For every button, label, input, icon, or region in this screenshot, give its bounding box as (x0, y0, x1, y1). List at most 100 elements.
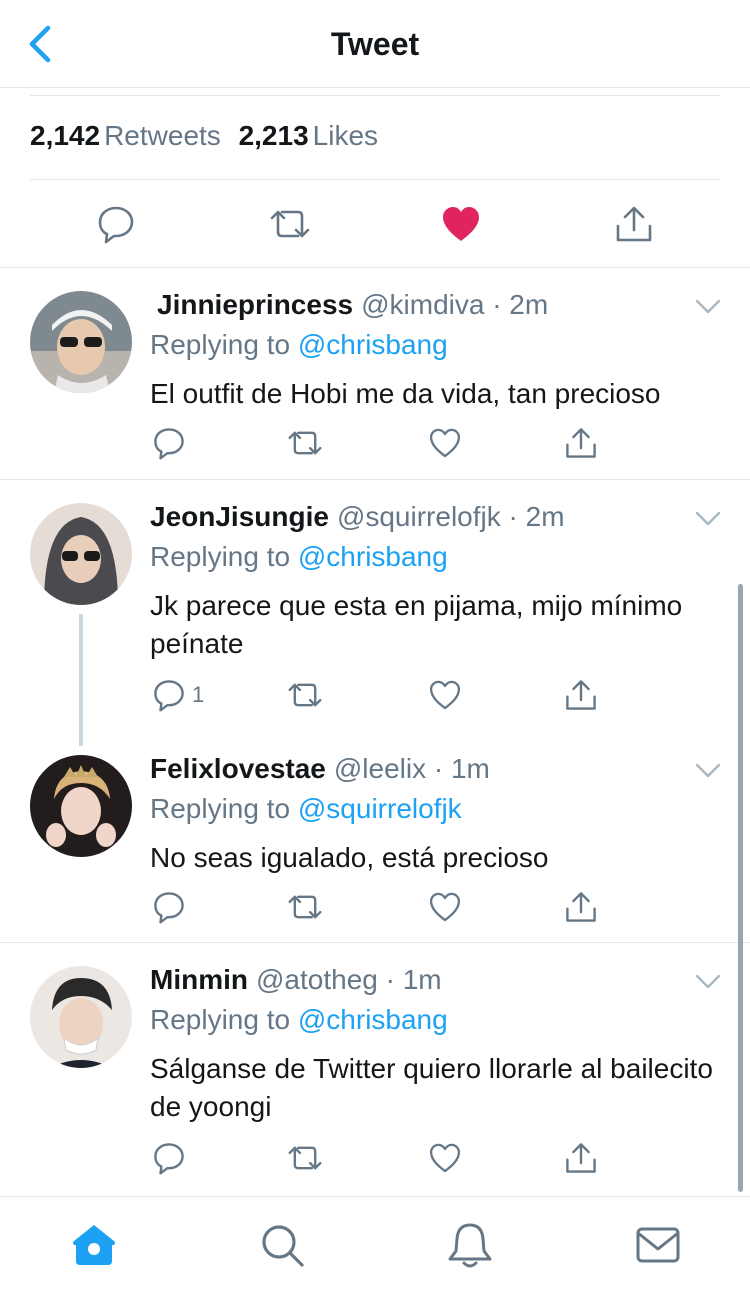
bottom-tab-bar (0, 1196, 750, 1294)
avatar-image (30, 755, 132, 857)
search-icon (262, 1225, 304, 1267)
display-name[interactable]: Minmin (150, 964, 248, 995)
chevron-down-icon (695, 974, 721, 989)
notifications-icon (448, 1223, 492, 1268)
tweet-action-bar (0, 180, 750, 268)
thread-connector (79, 614, 83, 746)
more-options-button[interactable] (694, 297, 722, 317)
mention-link[interactable]: @squirrelofjk (298, 793, 462, 824)
reply-tweet[interactable]: Minmin @atotheg · 1m Replying to @chrisba… (0, 944, 750, 1196)
share-icon (566, 892, 596, 922)
home-icon (73, 1225, 115, 1265)
display-name[interactable]: Jinnieprincess (157, 289, 353, 320)
scrollbar[interactable] (738, 584, 743, 1192)
username-timestamp: @squirrelofjk · 2m (336, 501, 565, 532)
more-options-button[interactable] (694, 761, 722, 781)
tweet-text: No seas igualado, está precioso (150, 842, 549, 873)
chevron-down-icon (695, 763, 721, 778)
reply-tweet[interactable]: JeonJisungie @squirrelofjk · 2m Replying … (0, 481, 750, 733)
reply-button[interactable] (152, 1138, 192, 1178)
tab-home[interactable] (70, 1221, 118, 1269)
navigation-header: Tweet (0, 0, 750, 88)
reply-tweet[interactable]: Felixlovestae @leelix · 1m Replying to @s… (0, 733, 750, 943)
tweet-text: El outfit de Hobi me da vida, tan precio… (150, 378, 661, 409)
more-options-button[interactable] (694, 972, 722, 992)
retweet-button[interactable] (266, 200, 314, 248)
avatar[interactable] (30, 966, 132, 1068)
retweet-button[interactable] (286, 423, 324, 463)
like-button[interactable] (437, 200, 485, 248)
more-options-button[interactable] (694, 509, 722, 529)
share-button[interactable] (610, 200, 658, 248)
heart-icon (429, 680, 461, 710)
replying-to: Replying to @chrisbang (150, 541, 448, 573)
replying-to: Replying to @chrisbang (150, 1004, 448, 1036)
reply-actions: 1 (150, 675, 610, 715)
mention-link[interactable]: @chrisbang (298, 541, 448, 572)
share-icon (566, 428, 596, 458)
share-button[interactable] (564, 675, 598, 715)
share-icon (566, 680, 596, 710)
reply-actions (150, 887, 610, 927)
display-name[interactable]: Felixlovestae (150, 753, 326, 784)
retweet-icon (270, 210, 310, 238)
tweet-stats: 2,142 Retweets 2,213 Likes (30, 120, 388, 160)
share-button[interactable] (564, 1138, 598, 1178)
retweet-icon (288, 895, 322, 919)
heart-icon (429, 1143, 461, 1173)
replying-label: Replying to (150, 541, 291, 572)
username-timestamp: @atotheg · 1m (256, 964, 442, 995)
chevron-down-icon (695, 299, 721, 314)
display-name[interactable]: JeonJisungie (150, 501, 329, 532)
like-button[interactable] (427, 675, 463, 715)
username-timestamp: @leelix · 1m (333, 753, 490, 784)
likes-count[interactable]: 2,213 (239, 120, 309, 151)
reply-count: 1 (192, 682, 205, 707)
retweets-count[interactable]: 2,142 (30, 120, 100, 151)
retweet-icon (288, 1146, 322, 1170)
retweet-button[interactable] (286, 1138, 324, 1178)
reply-button[interactable] (152, 423, 192, 463)
username-timestamp: @kimdiva · 2m (361, 289, 549, 320)
avatar[interactable] (30, 291, 132, 393)
reply-tweet[interactable]: Jinnieprincess @kimdiva · 2m Replying to … (0, 269, 750, 480)
avatar-image (30, 291, 132, 393)
like-button[interactable] (427, 423, 463, 463)
reply-icon (98, 206, 134, 244)
tab-search[interactable] (258, 1221, 306, 1269)
tab-messages[interactable] (634, 1221, 682, 1269)
messages-icon (636, 1227, 680, 1263)
share-button[interactable] (564, 423, 598, 463)
retweets-label[interactable]: Retweets (104, 120, 221, 151)
reply-actions (150, 1138, 610, 1178)
replying-label: Replying to (150, 1004, 291, 1035)
reply-icon (154, 1143, 184, 1175)
heart-filled-icon (443, 207, 479, 241)
like-button[interactable] (427, 887, 463, 927)
retweet-icon (288, 683, 322, 707)
likes-label[interactable]: Likes (313, 120, 378, 151)
retweet-button[interactable] (286, 675, 324, 715)
mention-link[interactable]: @chrisbang (298, 329, 448, 360)
reply-button[interactable]: 1 (152, 675, 204, 715)
like-button[interactable] (427, 1138, 463, 1178)
share-icon (616, 206, 652, 242)
reply-button[interactable] (92, 200, 140, 248)
avatar-image (30, 503, 132, 605)
page-title: Tweet (330, 26, 420, 62)
mention-link[interactable]: @chrisbang (298, 1004, 448, 1035)
heart-icon (429, 892, 461, 922)
replying-to: Replying to @squirrelofjk (150, 793, 462, 825)
share-button[interactable] (564, 887, 598, 927)
share-icon (566, 1143, 596, 1173)
reply-button[interactable] (152, 887, 192, 927)
tab-notifications[interactable] (446, 1221, 494, 1269)
tweet-text: Jk parece que esta en pijama, mijo mínim… (150, 590, 683, 659)
tweet-text: Sálganse de Twitter quiero llorarle al b… (150, 1053, 713, 1122)
heart-icon (429, 428, 461, 458)
retweet-button[interactable] (286, 887, 324, 927)
reply-icon (154, 428, 184, 460)
avatar[interactable] (30, 755, 132, 857)
avatar[interactable] (30, 503, 132, 605)
replying-to: Replying to @chrisbang (150, 329, 448, 361)
